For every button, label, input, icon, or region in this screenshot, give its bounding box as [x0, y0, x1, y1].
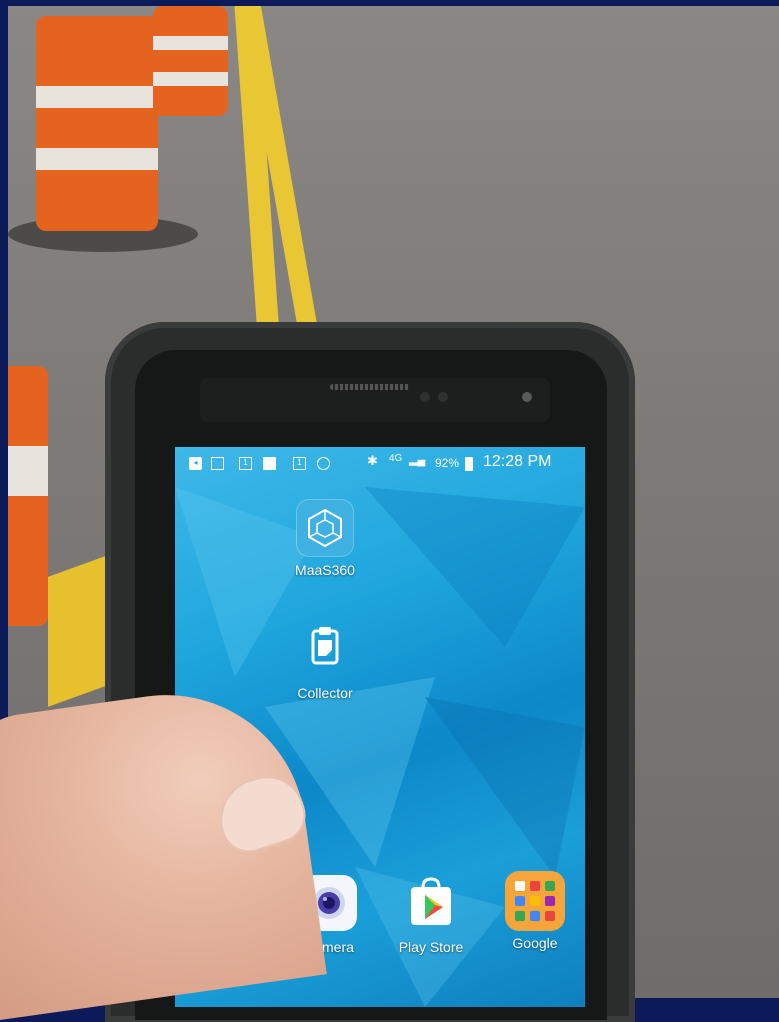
screen-share-icon	[211, 457, 224, 470]
app-label: Google	[512, 935, 558, 951]
app-label: Play Store	[398, 939, 464, 955]
calendar-icon: 1	[293, 457, 306, 470]
bluetooth-icon: ✱	[367, 453, 378, 468]
battery-percent: 92%	[435, 456, 460, 470]
app-label: MaaS360	[295, 562, 355, 578]
network-type: 4G	[389, 453, 403, 464]
signal-icon: ▂▄	[409, 454, 426, 466]
traffic-barrel-far	[153, 6, 228, 116]
maas360-cube-icon	[297, 500, 353, 556]
back-arrow-icon: ◂	[189, 457, 202, 470]
app-label: Collector	[297, 685, 353, 701]
front-camera-icon	[420, 392, 430, 402]
speaker-grille	[330, 384, 410, 390]
app-collector[interactable]: Collector	[275, 625, 375, 701]
clock-time: 12:28 PM	[483, 453, 552, 470]
traffic-cone-left	[8, 366, 48, 626]
flipboard-icon	[263, 457, 276, 470]
sensor-dot	[438, 392, 448, 402]
play-store-icon	[403, 875, 459, 931]
calendar-icon: 1	[239, 457, 252, 470]
app-google-folder[interactable]: Google	[495, 871, 575, 951]
clock-icon	[317, 457, 330, 470]
traffic-barrel	[36, 16, 158, 231]
app-maas360[interactable]: MaaS360	[275, 500, 375, 578]
app-play-store[interactable]: Play Store	[385, 875, 477, 955]
status-bar: ◂ 1 1 ✱ 4G ▂▄ 92% 12:28 PM	[175, 447, 585, 481]
battery-icon	[465, 457, 473, 471]
clipboard-icon	[297, 625, 353, 675]
google-folder-icon	[505, 871, 565, 931]
sensor-dot	[522, 392, 532, 402]
yellow-cone-base	[48, 555, 108, 707]
